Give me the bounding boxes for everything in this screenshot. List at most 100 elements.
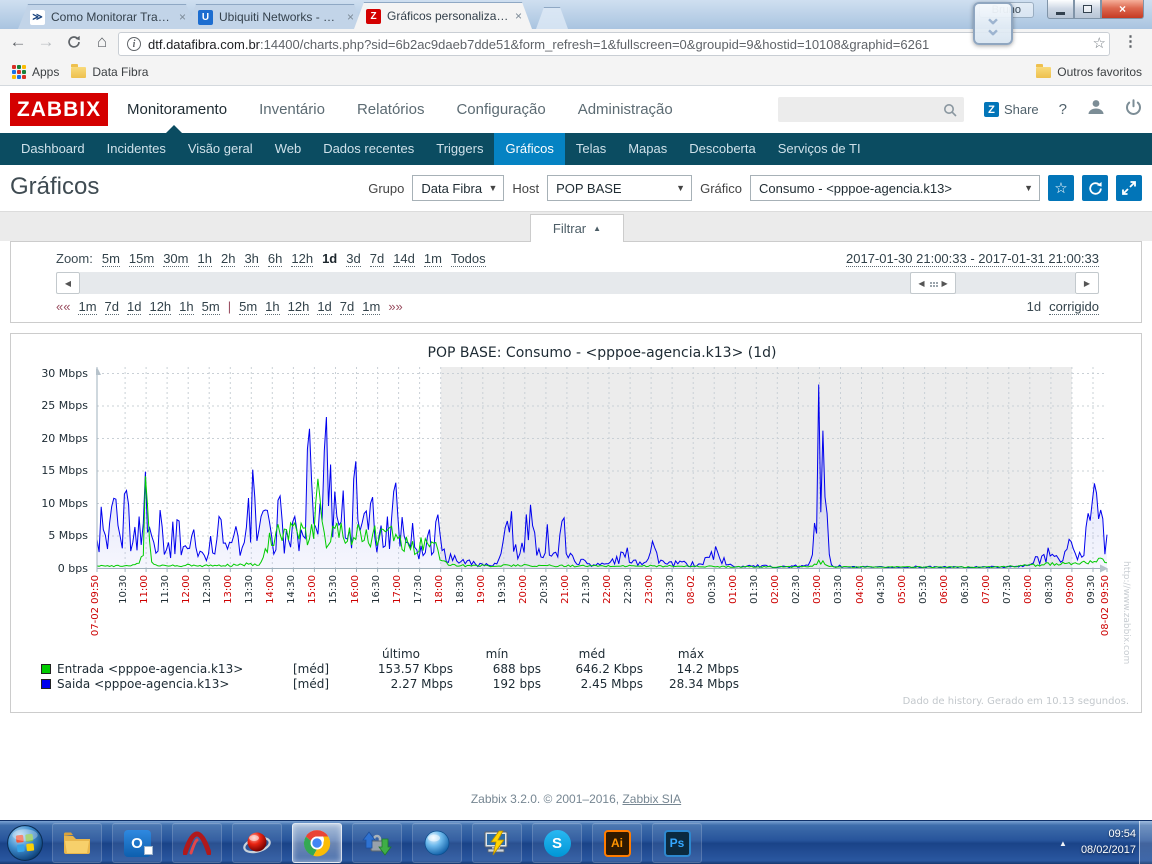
sub-nav-incidentes[interactable]: Incidentes [96,133,177,165]
nav-forward-5m[interactable]: 5m [239,299,258,315]
zoom-option-15m[interactable]: 15m [128,251,155,267]
address-bar[interactable]: i dtf.datafibra.com.br:14400/charts.php?… [118,32,1110,56]
zoom-option-1d[interactable]: 1d [322,251,337,266]
search-input[interactable] [777,97,964,122]
corrected-link[interactable]: corrigido [1049,299,1099,315]
main-nav-administracao[interactable]: Administração [578,101,673,118]
zoom-option-3d[interactable]: 3d [346,251,361,267]
nav-forward-7d[interactable]: 7d [339,299,355,315]
group-select[interactable]: Data Fibra ▼ [412,175,505,201]
taskbar-item-red-orb-app[interactable] [232,823,282,863]
bookmark-star-icon[interactable]: ☆ [1093,34,1106,52]
nav-back-1m[interactable]: 1m [78,299,97,315]
browser-tab[interactable]: Z Gráficos personalizados [× [354,2,532,29]
tray-expand-icon[interactable]: ▲ [1059,839,1067,848]
nav-forward-1h[interactable]: 1h [265,299,280,315]
taskbar-item-secure-transfer[interactable] [352,823,402,863]
browser-tab[interactable]: ≫ Como Monitorar Trafego × [18,4,196,29]
nav-back-1d[interactable]: 1d [127,299,142,315]
refresh-interval-button[interactable] [1082,175,1108,201]
nav-back-5m[interactable]: 5m [201,299,220,315]
new-tab-button[interactable] [536,7,568,29]
sub-nav-descoberta[interactable]: Descoberta [678,133,766,165]
share-button[interactable]: Z Share [983,102,1039,117]
browser-menu-icon[interactable]: ⋮ [1123,32,1138,50]
sub-nav-dados-recentes[interactable]: Dados recentes [312,133,425,165]
tab-close-icon[interactable]: × [179,10,186,24]
sub-nav-mapas[interactable]: Mapas [617,133,678,165]
date-range-link[interactable]: 2017-01-30 21:00:33 - 2017-01-31 21:00:3… [846,251,1099,267]
tab-close-icon[interactable]: × [347,10,354,24]
bookmark-folder-datafibra[interactable]: Data Fibra [71,63,148,79]
zoom-option-7d[interactable]: 7d [369,251,385,267]
zoom-option-1m[interactable]: 1m [423,251,442,267]
zoom-option-Todos[interactable]: Todos [450,251,486,267]
nav-back-7d[interactable]: 7d [104,299,119,315]
sub-nav-telas[interactable]: Telas [565,133,617,165]
main-nav-monitoramento[interactable]: Monitoramento [127,101,227,118]
taskbar-clock[interactable]: 09:54 08/02/2017 [1081,827,1136,859]
forward-icon[interactable]: → [34,32,58,52]
main-nav-configuracao[interactable]: Configuração [456,101,545,118]
footer-link[interactable]: Zabbix SIA [622,792,681,806]
nav-forward-1d[interactable]: 1d [317,299,332,315]
close-button[interactable]: × [1101,0,1144,19]
nav-back-all[interactable]: «« [56,299,70,314]
sub-nav-graficos[interactable]: Gráficos [494,133,565,165]
maximize-button[interactable] [1074,0,1101,19]
zoom-option-14d[interactable]: 14d [393,251,415,267]
taskbar-item-chrome[interactable] [292,823,342,863]
host-select[interactable]: POP BASE ▼ [547,175,693,201]
zoom-option-5m[interactable]: 5m [101,251,120,267]
user-profile-icon[interactable] [1087,98,1105,121]
zoom-option-2h[interactable]: 2h [220,251,236,267]
nav-back-1h[interactable]: 1h [179,299,194,315]
show-desktop-button[interactable] [1139,821,1152,864]
taskbar-item-autodesk[interactable] [172,823,222,863]
zoom-option-1h[interactable]: 1h [197,251,212,267]
taskbar-item-skype[interactable]: S [532,823,582,863]
chart-panel: POP BASE: Consumo - <pppoe-agencia.k13> … [10,333,1142,713]
scroll-left-button[interactable]: ◀ [56,272,80,294]
taskbar-item-explorer[interactable] [52,823,102,863]
scrollbar-handle[interactable]: ◀ ▶ [910,272,956,294]
sub-nav-web[interactable]: Web [264,133,313,165]
refresh-icon[interactable] [62,32,86,54]
filter-toggle-tab[interactable]: Filtrar ▲ [530,214,624,242]
minimize-button[interactable] [1047,0,1074,19]
main-nav-inventario[interactable]: Inventário [259,101,325,118]
taskbar-item-photoshop[interactable]: Ps [652,823,702,863]
sub-nav-dashboard[interactable]: Dashboard [10,133,96,165]
taskbar-item-winbox[interactable] [472,823,522,863]
zoom-option-3h[interactable]: 3h [244,251,259,267]
taskbar-item-outlook[interactable]: O [112,823,162,863]
favourite-button[interactable]: ☆ [1048,175,1074,201]
help-button[interactable]: ? [1059,101,1067,118]
zoom-option-12h[interactable]: 12h [291,251,314,267]
main-nav-relatorios[interactable]: Relatórios [357,101,425,118]
taskbar-item-winbox-orb[interactable] [412,823,462,863]
nav-back-12h[interactable]: 12h [149,299,172,315]
zoom-option-6h[interactable]: 6h [267,251,283,267]
logout-icon[interactable] [1125,98,1142,121]
browser-tab[interactable]: U Ubiquiti Networks - Dow × [186,4,364,29]
other-bookmarks-button[interactable]: Outros favoritos [1036,63,1142,79]
back-icon[interactable]: ← [6,32,30,52]
apps-button[interactable]: Apps [12,65,59,79]
nav-forward-all[interactable]: »» [388,299,402,314]
taskbar-item-illustrator[interactable]: Ai [592,823,642,863]
sub-nav-visao-geral[interactable]: Visão geral [177,133,264,165]
fullscreen-button[interactable] [1116,175,1142,201]
nav-forward-1m[interactable]: 1m [362,299,381,315]
sub-nav-triggers[interactable]: Triggers [425,133,494,165]
tab-close-icon[interactable]: × [515,9,522,23]
nav-forward-12h[interactable]: 12h [287,299,310,315]
sub-nav-servicos-de-ti[interactable]: Serviços de TI [767,133,872,165]
zoom-option-30m[interactable]: 30m [163,251,189,267]
zabbix-logo[interactable]: ZABBIX [10,93,108,126]
graph-select[interactable]: Consumo - <pppoe-agencia.k13> ▼ [750,175,1040,201]
home-icon[interactable]: ⌂ [90,32,114,52]
start-button[interactable] [6,824,44,862]
scroll-right-button[interactable]: ▶ [1075,272,1099,294]
page-info-icon[interactable]: i [127,37,141,51]
